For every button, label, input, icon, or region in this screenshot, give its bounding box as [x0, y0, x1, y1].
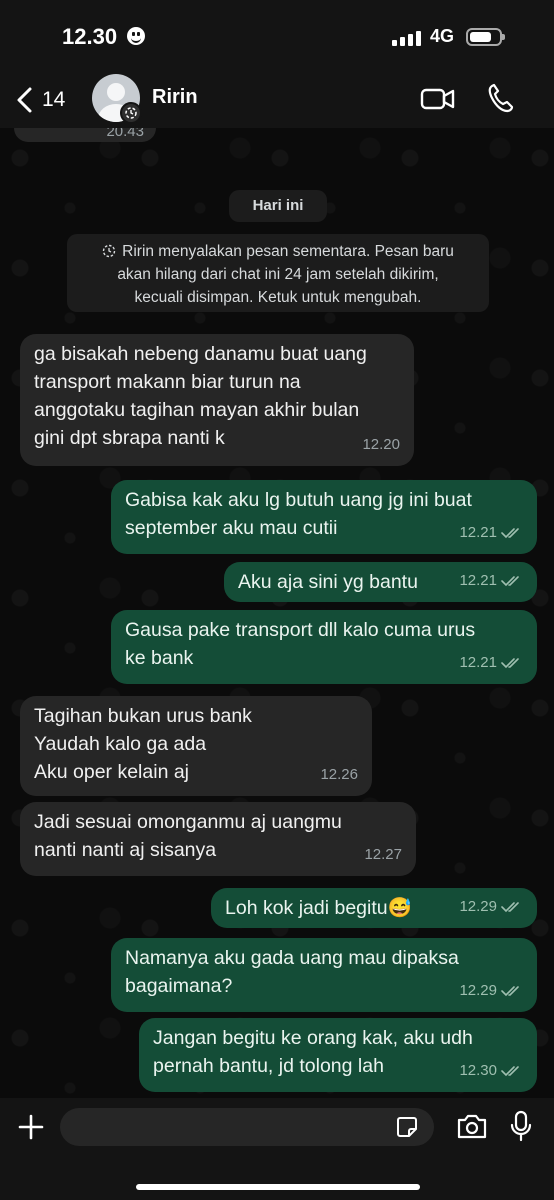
- read-receipt-icon: [501, 576, 519, 587]
- chevron-left-icon: [17, 87, 32, 113]
- message-text: Jangan begitu ke orang kak, aku udh pern…: [153, 1027, 473, 1077]
- message-text: Gausa pake transport dll kalo cuma urus …: [125, 619, 476, 669]
- message-time: 12.21: [459, 654, 497, 671]
- read-receipt-icon: [501, 528, 519, 539]
- timer-icon: [102, 244, 116, 258]
- previous-message-bubble: 20.43: [14, 128, 156, 142]
- message-text: ga bisakah nebeng danamu buat uang trans…: [34, 343, 367, 449]
- battery-icon: [466, 28, 505, 46]
- chat-header: 14 Ririn: [0, 72, 554, 128]
- input-bar: [0, 1098, 554, 1200]
- read-receipt-icon: [501, 1066, 519, 1077]
- disappearing-timer-icon: [120, 102, 142, 124]
- contact-name[interactable]: Ririn: [152, 86, 198, 109]
- read-receipt-icon: [501, 658, 519, 669]
- message-time: 12.26: [320, 766, 358, 783]
- status-time: 12.30: [62, 24, 118, 49]
- message-meta: 12.29: [459, 893, 523, 921]
- incoming-message[interactable]: ga bisakah nebeng danamu buat uang trans…: [20, 334, 414, 466]
- camera-icon[interactable]: [456, 1112, 488, 1140]
- sticker-icon[interactable]: [396, 1116, 418, 1138]
- message-meta: 12.30: [459, 1057, 523, 1085]
- notice-line: Ririn menyalakan pesan sementara. Pesan …: [67, 240, 489, 263]
- message-text: Tagihan bukan urus bank Yaudah kalo ga a…: [34, 705, 252, 783]
- plus-icon[interactable]: [16, 1112, 46, 1142]
- notice-line: kecuali disimpan. Ketuk untuk mengubah.: [134, 289, 422, 306]
- status-bar: 12.30 4G: [0, 0, 554, 72]
- message-input[interactable]: [60, 1108, 434, 1146]
- microphone-icon[interactable]: [510, 1110, 532, 1142]
- message-meta: 12.27: [364, 841, 402, 869]
- message-time: 12.30: [459, 1062, 497, 1079]
- incoming-message[interactable]: Jadi sesuai omonganmu aj uangmu nanti na…: [20, 802, 416, 876]
- outgoing-message[interactable]: Jangan begitu ke orang kak, aku udh pern…: [139, 1018, 537, 1092]
- message-time: 12.27: [364, 846, 402, 863]
- message-text: Loh kok jadi begitu😅: [225, 897, 412, 919]
- cellular-signal-icon: [392, 30, 422, 46]
- back-button[interactable]: 14: [14, 82, 65, 118]
- message-meta: 12.21: [459, 649, 523, 677]
- message-time: 12.21: [459, 524, 497, 541]
- message-time: 20.43: [106, 128, 144, 140]
- network-type: 4G: [430, 26, 455, 46]
- message-meta: 12.29: [459, 977, 523, 1005]
- disappearing-messages-notice[interactable]: Ririn menyalakan pesan sementara. Pesan …: [67, 234, 489, 312]
- message-time: 12.29: [459, 898, 497, 915]
- message-time: 12.29: [459, 982, 497, 999]
- message-text: Gabisa kak aku lg butuh uang jg ini buat…: [125, 489, 472, 539]
- day-separator: Hari ini: [229, 190, 327, 222]
- outgoing-message[interactable]: Namanya aku gada uang mau dipaksa bagaim…: [111, 938, 537, 1012]
- outgoing-message[interactable]: Loh kok jadi begitu😅 12.29: [211, 888, 537, 928]
- message-meta: 12.21: [459, 519, 523, 547]
- chat-area[interactable]: 20.43 Hari ini Ririn menyalakan pesan se…: [0, 128, 554, 1098]
- read-receipt-icon: [501, 902, 519, 913]
- unread-count: 14: [42, 88, 66, 111]
- video-call-icon[interactable]: [420, 84, 456, 114]
- message-meta: 12.26: [320, 761, 358, 789]
- outgoing-message[interactable]: Aku aja sini yg bantu 12.21: [224, 562, 537, 602]
- message-text: Namanya aku gada uang mau dipaksa bagaim…: [125, 947, 459, 997]
- message-meta: 12.21: [459, 567, 523, 595]
- message-text: Aku aja sini yg bantu: [238, 571, 418, 593]
- notice-line: akan hilang dari chat ini 24 jam setelah…: [117, 266, 439, 283]
- home-indicator: [136, 1184, 420, 1190]
- read-receipt-icon: [501, 986, 519, 997]
- message-time: 12.20: [362, 436, 400, 453]
- incoming-message[interactable]: Tagihan bukan urus bank Yaudah kalo ga a…: [20, 696, 372, 796]
- outgoing-message[interactable]: Gausa pake transport dll kalo cuma urus …: [111, 610, 537, 684]
- phone-call-icon[interactable]: [486, 82, 514, 114]
- smiley-icon: [127, 27, 145, 45]
- outgoing-message[interactable]: Gabisa kak aku lg butuh uang jg ini buat…: [111, 480, 537, 554]
- message-time: 12.21: [459, 572, 497, 589]
- message-meta: 12.20: [362, 431, 400, 459]
- message-text: Jadi sesuai omonganmu aj uangmu nanti na…: [34, 811, 342, 861]
